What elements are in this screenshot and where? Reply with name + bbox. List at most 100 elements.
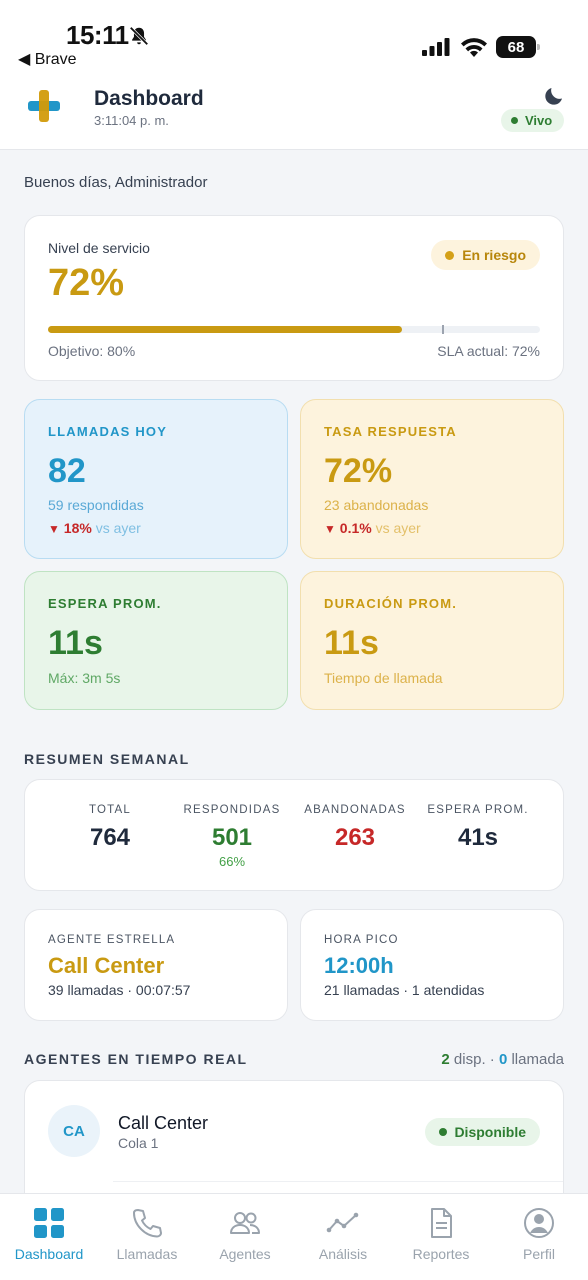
live-status-badge: Vivo [501, 109, 565, 132]
star-agent-details: 39 llamadas · 00:07:57 [48, 982, 191, 998]
peak-hour-card[interactable]: HORA PICO 12:00h 21 llamadas · 1 atendid… [300, 909, 564, 1021]
live-label: Vivo [525, 113, 553, 128]
trend-down-icon: ▼ [48, 522, 60, 536]
on-call-count: 0 [498, 1051, 508, 1068]
weekly-total: TOTAL 764 [48, 804, 172, 852]
calls-today-title: LLAMADAS HOY [48, 424, 168, 439]
app-logo [28, 90, 60, 122]
abandoned-text: 23 abandonadas [324, 497, 429, 513]
max-wait-text: Máx: 3m 5s [48, 670, 121, 686]
weekly-wait: ESPERA PROM. 41s [416, 804, 540, 852]
agents-realtime-title: AGENTES EN TIEMPO REAL [24, 1051, 248, 1067]
nav-label: Dashboard [14, 1246, 84, 1262]
bell-muted-icon [129, 26, 149, 46]
peak-hour-details: 21 llamadas · 1 atendidas [324, 982, 485, 998]
wifi-icon [461, 38, 487, 57]
service-level-progress-bar [48, 325, 540, 334]
agent-queue: Cola 1 [118, 1135, 159, 1151]
document-icon [431, 1208, 452, 1238]
weekly-summary-title: RESUMEN SEMANAL [24, 751, 190, 767]
calls-trend: ▼ 18% vs ayer [48, 520, 141, 536]
battery-indicator: 68 [496, 36, 540, 58]
user-circle-icon [524, 1208, 554, 1238]
app-header: Dashboard 3:11:04 p. m. Vivo [0, 78, 588, 150]
grid-icon [34, 1208, 64, 1238]
trend-percent: 0.1% [339, 520, 372, 536]
weekly-wait-value: 41s [457, 824, 499, 851]
phone-icon [133, 1209, 162, 1238]
weekly-summary-card: TOTAL 764 RESPONDIDAS 501 66% ABANDONADA… [24, 779, 564, 891]
weekly-answered-label: RESPONDIDAS [183, 804, 281, 816]
summary-separator: · [489, 1051, 495, 1068]
star-agent-label: AGENTE ESTRELLA [48, 934, 176, 946]
nav-analisis[interactable]: Análisis [294, 1206, 392, 1262]
nav-perfil[interactable]: Perfil [490, 1206, 588, 1262]
response-rate-value: 72% [324, 452, 393, 490]
nav-label: Llamadas [116, 1246, 178, 1262]
trend-label: vs ayer [95, 520, 141, 536]
trend-down-icon: ▼ [324, 522, 336, 536]
nav-reportes[interactable]: Reportes [392, 1206, 490, 1262]
current-sla-text: SLA actual: 72% [437, 343, 540, 359]
service-level-label: Nivel de servicio [48, 240, 150, 256]
status-dot [511, 117, 518, 124]
nav-label: Perfil [523, 1246, 555, 1262]
avg-wait-value: 11s [48, 624, 103, 662]
avg-duration-card[interactable]: DURACIÓN PROM. 11s Tiempo de llamada [300, 571, 564, 710]
weekly-total-value: 764 [89, 824, 131, 851]
star-agent-name: Call Center [48, 953, 165, 978]
service-level-value: 72% [48, 262, 125, 304]
agent-status-label: Disponible [454, 1124, 526, 1140]
weekly-abandoned-label: ABANDONADAS [304, 804, 406, 816]
agents-summary: 2 disp. · 0 llamada [441, 1051, 564, 1068]
weekly-total-label: TOTAL [89, 804, 131, 816]
objective-text: Objetivo: 80% [48, 343, 136, 359]
dark-mode-toggle-icon[interactable] [542, 84, 566, 108]
trend-percent: 18% [63, 520, 92, 536]
star-agent-card[interactable]: AGENTE ESTRELLA Call Center 39 llamadas … [24, 909, 288, 1021]
weekly-abandoned-value: 263 [334, 824, 376, 851]
response-trend: ▼ 0.1% vs ayer [324, 520, 421, 536]
status-time: 15:11 [66, 20, 129, 50]
status-dot [445, 250, 455, 260]
weekly-answered-value: 501 [211, 824, 253, 851]
calls-answered-text: 59 respondidas [48, 497, 144, 513]
call-time-text: Tiempo de llamada [324, 670, 443, 686]
avg-wait-card[interactable]: ESPERA PROM. 11s Máx: 3m 5s [24, 571, 288, 710]
weekly-abandoned: ABANDONADAS 263 [293, 804, 417, 852]
nav-label: Agentes [219, 1246, 271, 1262]
nav-label: Reportes [412, 1246, 470, 1262]
avg-duration-value: 11s [324, 624, 379, 662]
risk-label: En riesgo [462, 247, 526, 263]
available-count: 2 [441, 1051, 450, 1068]
nav-llamadas[interactable]: Llamadas [98, 1206, 196, 1262]
bottom-navigation: Dashboard Llamadas Agentes Análisis Repo… [0, 1193, 588, 1280]
response-rate-card[interactable]: TASA RESPUESTA 72% 23 abandonadas ▼ 0.1%… [300, 399, 564, 559]
current-time: 3:11:04 p. m. [94, 113, 169, 128]
risk-status-badge: En riesgo [431, 240, 540, 270]
back-to-app-link[interactable]: ◀ Brave [18, 49, 77, 69]
service-level-card[interactable]: Nivel de servicio 72% En riesgo Objetivo… [24, 215, 564, 381]
response-rate-title: TASA RESPUESTA [324, 424, 457, 439]
on-call-label: llamada [511, 1051, 564, 1068]
available-label: disp. [453, 1051, 486, 1068]
peak-hour-value: 12:00h [324, 953, 394, 978]
calls-today-card[interactable]: LLAMADAS HOY 82 59 respondidas ▼ 18% vs … [24, 399, 288, 559]
status-dot [439, 1128, 448, 1136]
divider [113, 1181, 563, 1182]
nav-dashboard[interactable]: Dashboard [0, 1206, 98, 1262]
progress-fill [48, 326, 403, 333]
trend-label: vs ayer [375, 520, 421, 536]
users-icon [230, 1212, 260, 1234]
avatar: CA [48, 1105, 100, 1157]
weekly-answered: RESPONDIDAS 501 66% [170, 804, 294, 869]
cellular-signal-icon [422, 38, 450, 56]
agent-name: Call Center [118, 1113, 209, 1133]
target-marker [441, 325, 444, 334]
agent-status-badge: Disponible [425, 1118, 540, 1146]
weekly-answered-percent: 66% [218, 854, 246, 869]
weekly-wait-label: ESPERA PROM. [427, 804, 529, 816]
chart-line-icon [326, 1212, 359, 1233]
nav-label: Análisis [318, 1246, 368, 1262]
nav-agentes[interactable]: Agentes [196, 1206, 294, 1262]
